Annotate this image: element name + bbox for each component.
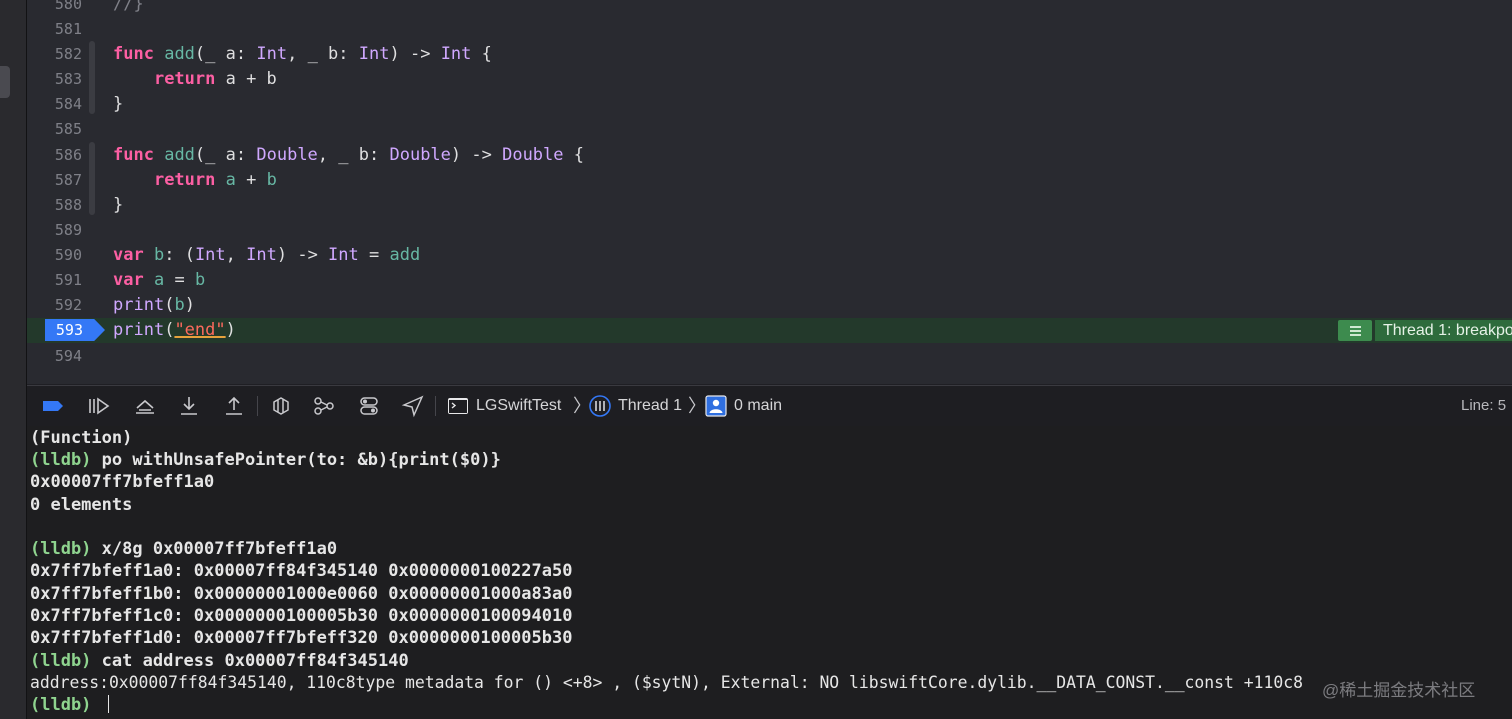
lldb-prompt: (lldb) (30, 450, 102, 470)
current-line-highlight: 593 print("end") Thread 1: breakpoint (27, 318, 1512, 343)
code-text: return a + b (153, 170, 277, 190)
line-number: 581 (54, 20, 82, 38)
breakpoint-marker[interactable]: 593 (45, 319, 105, 341)
line-number: 580 (54, 0, 82, 13)
lldb-prompt: (lldb) (30, 695, 102, 715)
line-number: 588 (54, 196, 82, 214)
continue-icon[interactable] (87, 394, 111, 418)
console-line: (lldb) cat address 0x00007ff84f345140 (30, 651, 409, 671)
debug-bar: LGSwiftTest 〉 Thread 1 〉 0 main Line: 5 (27, 385, 1512, 427)
console-line: 0x7ff7bfeff1a0: 0x00007ff84f345140 0x000… (30, 561, 573, 581)
line-indicator: Line: 5 (1461, 397, 1507, 414)
breadcrumb-thread[interactable]: Thread 1 (618, 386, 682, 426)
line-number: 584 (54, 95, 82, 113)
divider (257, 396, 258, 416)
console-line: address:0x00007ff84f345140, 110c8type me… (30, 673, 1303, 692)
line-number: 592 (54, 296, 82, 314)
console-line: (lldb) x/8g 0x00007ff7bfeff1a0 (30, 539, 338, 559)
code-text: func add(_ a: Double, _ b: Double) -> Do… (113, 145, 584, 165)
user-frame-icon (705, 395, 727, 417)
line-number: 582 (54, 45, 82, 63)
code-line: 587 return a + b (27, 168, 1512, 193)
code-line: 594 (27, 344, 1512, 369)
line-number: 586 (54, 146, 82, 164)
line-number: 594 (54, 347, 82, 365)
thread-breakpoint-badge[interactable]: Thread 1: breakpoint (1375, 320, 1512, 341)
code-line: 582 func add(_ a: Int, _ b: Int) -> Int … (27, 42, 1512, 67)
console-line: 0x7ff7bfeff1b0: 0x00000001000e0060 0x000… (30, 584, 573, 604)
console-input-line[interactable]: (lldb) (30, 694, 109, 716)
divider (435, 396, 436, 416)
console-line: (Function) (30, 428, 133, 448)
navigator-tab[interactable] (0, 66, 10, 98)
code-text: //} (113, 0, 144, 14)
code-line: 580 //} (27, 0, 1512, 17)
list-icon[interactable] (1338, 320, 1372, 341)
code-line: 581 (27, 17, 1512, 42)
line-number: 591 (54, 271, 82, 289)
step-over-icon[interactable] (133, 394, 157, 418)
breakpoints-toggle-icon[interactable] (41, 394, 65, 418)
chevron-right-icon: 〉 (688, 396, 706, 416)
lldb-prompt: (lldb) (30, 651, 102, 671)
line-number: 589 (54, 221, 82, 239)
code-text: } (113, 195, 124, 215)
line-number: 585 (54, 120, 82, 138)
line-number: 587 (54, 171, 82, 189)
console-line: 0x7ff7bfeff1d0: 0x00007ff7bfeff320 0x000… (30, 628, 573, 648)
view-hierarchy-icon[interactable] (269, 394, 293, 418)
memory-graph-icon[interactable] (312, 394, 336, 418)
terminal-app-icon (448, 398, 468, 414)
code-text: print(b) (113, 295, 195, 315)
console-line: 0 elements (30, 495, 133, 515)
simulate-location-icon[interactable] (401, 394, 425, 418)
code-line: 583 return a + b (27, 67, 1512, 92)
code-text: func add(_ a: Int, _ b: Int) -> Int { (113, 44, 492, 64)
navigator-strip (0, 0, 27, 719)
lldb-console[interactable]: (Function) (lldb) po withUnsafePointer(t… (27, 426, 1512, 719)
code-line: 589 (27, 218, 1512, 243)
line-number: 583 (54, 70, 82, 88)
console-line: 0x7ff7bfeff1c0: 0x0000000100005b30 0x000… (30, 606, 573, 626)
step-out-icon[interactable] (222, 394, 246, 418)
code-text: return a + b (153, 69, 277, 89)
code-text: } (113, 94, 124, 114)
line-number: 590 (54, 246, 82, 264)
code-line: 590 var b: (Int, Int) -> Int = add (27, 243, 1512, 268)
lldb-prompt: (lldb) (30, 539, 102, 559)
code-line: 592 print(b) (27, 293, 1512, 318)
code-line: 591 var a = b (27, 268, 1512, 293)
watermark: @稀土掘金技术社区 (1322, 681, 1476, 700)
step-into-icon[interactable] (177, 394, 201, 418)
console-line: (lldb) po withUnsafePointer(to: &b){prin… (30, 450, 501, 470)
code-text: var a = b (113, 270, 206, 290)
code-line: 586 func add(_ a: Double, _ b: Double) -… (27, 143, 1512, 168)
code-text: var b: (Int, Int) -> Int = add (113, 245, 421, 265)
environment-overrides-icon[interactable] (357, 394, 381, 418)
code-line: 584 } (27, 92, 1512, 117)
thread-icon (589, 395, 611, 417)
breadcrumb-target[interactable]: LGSwiftTest (476, 386, 561, 426)
text-cursor (107, 695, 109, 713)
console-line: 0x00007ff7bfeff1a0 (30, 472, 215, 492)
code-editor[interactable]: 580 //} 581 582 func add(_ a: Int, _ b: … (27, 0, 1512, 384)
breadcrumb-frame[interactable]: 0 main (734, 386, 782, 426)
code-line: 585 (27, 117, 1512, 142)
code-line: 588 } (27, 193, 1512, 218)
code-text: print("end") (113, 320, 236, 340)
